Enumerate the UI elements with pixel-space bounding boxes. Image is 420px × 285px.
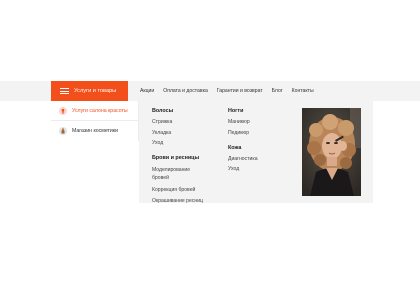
nav-link-promotions[interactable]: Акции: [140, 88, 154, 94]
link-brow-correction[interactable]: Коррекция бровей: [152, 187, 203, 193]
cosmetics-icon: [59, 127, 67, 135]
group-title-skin: Кожа: [228, 144, 242, 151]
link-pedicure[interactable]: Педикюр: [228, 130, 258, 136]
category-sidebar: Услуги салона красоты Магазин косметики: [51, 101, 139, 141]
dropdown-column-1: Волосы Стрижка Укладка Уход Брови и ресн…: [152, 108, 203, 208]
nav-link-contacts[interactable]: Контакты: [292, 88, 314, 94]
dropdown-column-2: Ногти Маникюр Педикюр Кожа Диагностика У…: [228, 108, 258, 177]
nav-link-payment-delivery[interactable]: Оплата и доставка: [163, 88, 208, 94]
group-title-brows-lashes: Брови и ресницы: [152, 155, 200, 162]
salon-icon: [59, 106, 67, 115]
catalog-menu-label: Услуги и товары: [74, 88, 117, 94]
group-title-hair: Волосы: [152, 108, 174, 114]
hamburger-icon: [60, 88, 69, 94]
nav-link-warranty-returns[interactable]: Гарантии и возврат: [217, 88, 263, 94]
link-diagnostics[interactable]: Диагностика: [228, 156, 258, 162]
link-brow-modeling[interactable]: Моделирование бровей: [152, 166, 202, 182]
sidebar-item-cosmetics-shop[interactable]: Магазин косметики: [51, 121, 138, 141]
promo-photo: [302, 108, 361, 196]
link-lash-tinting[interactable]: Окрашивание ресниц: [152, 198, 203, 204]
nav-link-blog[interactable]: Блог: [272, 88, 283, 94]
catalog-menu-button[interactable]: Услуги и товары: [51, 81, 128, 101]
link-hair-care[interactable]: Уход: [152, 140, 203, 146]
link-haircut[interactable]: Стрижка: [152, 119, 203, 125]
sidebar-item-label: Магазин косметики: [72, 128, 118, 134]
sidebar-item-label: Услуги салона красоты: [72, 107, 128, 114]
link-skin-care[interactable]: Уход: [228, 166, 258, 172]
main-nav: Акции Оплата и доставка Гарантии и возвр…: [140, 81, 314, 101]
link-styling[interactable]: Укладка: [152, 130, 203, 136]
group-title-nails: Ногти: [228, 108, 244, 114]
sidebar-item-salon-services[interactable]: Услуги салона красоты: [51, 101, 138, 121]
link-manicure[interactable]: Маникюр: [228, 119, 258, 125]
